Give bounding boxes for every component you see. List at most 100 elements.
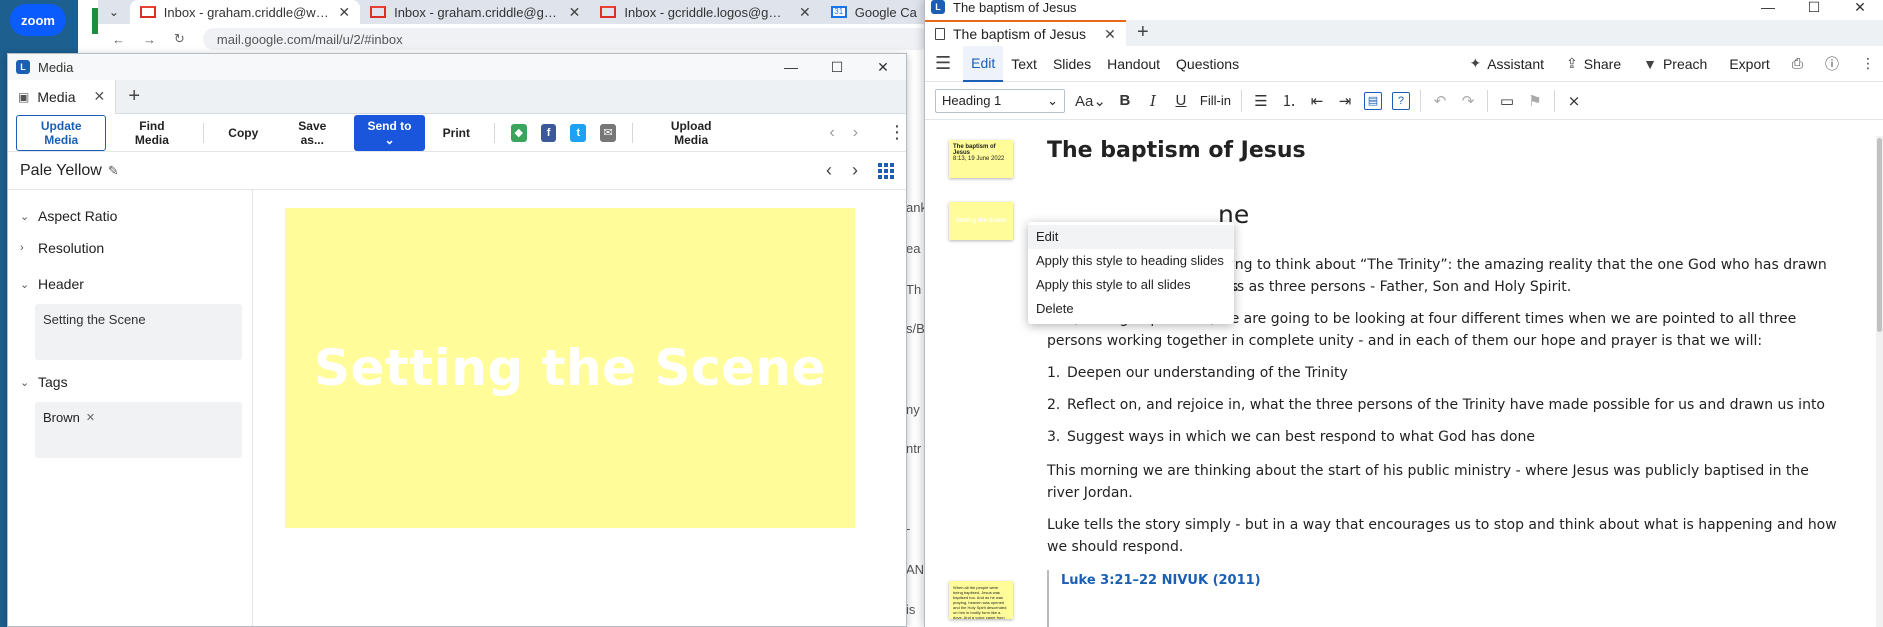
tab-sermon[interactable]: The baptism of Jesus ✕ xyxy=(925,20,1126,46)
sermon-editor[interactable]: The baptism of Jesus 8:13, 19 June 2022 … xyxy=(925,120,1883,627)
forward-icon[interactable]: → xyxy=(143,32,156,47)
tags-field[interactable]: Brown ✕ xyxy=(35,402,242,458)
browser-tab-4[interactable]: 31 Google Ca xyxy=(821,0,930,24)
upload-media-button[interactable]: Upload Media xyxy=(645,115,737,151)
facebook-icon[interactable]: f xyxy=(540,123,557,142)
find-media-button[interactable]: Find Media xyxy=(112,115,191,151)
update-media-button[interactable]: Update Media xyxy=(16,114,107,151)
new-tab-plus-icon[interactable]: + xyxy=(116,85,152,108)
paragraph[interactable]: Luke tells the story simply - but in a w… xyxy=(1047,514,1837,558)
list-item[interactable]: 1. Deepen our understanding of the Trinit… xyxy=(1047,362,1825,384)
previous-style-icon[interactable]: ‹ xyxy=(826,160,832,181)
close-icon[interactable]: ✕ xyxy=(569,4,581,21)
numbered-list-icon[interactable]: ⒈ xyxy=(1280,90,1298,111)
menu-item-edit[interactable]: Edit xyxy=(1028,225,1234,249)
menu-item-apply-all[interactable]: Apply this style to all slides xyxy=(1028,273,1234,297)
forward-arrow-icon[interactable]: › xyxy=(853,124,858,142)
printer-icon[interactable]: ⎙ xyxy=(1792,55,1803,72)
slide-thumbnail-scripture[interactable]: When all the people were being baptised,… xyxy=(949,581,1013,619)
sermon-title[interactable]: The baptism of Jesus xyxy=(1047,140,1306,162)
bookmark-icon[interactable]: ⚑ xyxy=(1526,92,1544,110)
tab-edit[interactable]: Edit xyxy=(963,45,1004,82)
italic-icon[interactable]: I xyxy=(1144,92,1162,110)
clear-formatting-icon[interactable]: ⨯ xyxy=(1565,92,1583,110)
pencil-icon[interactable]: ✎ xyxy=(108,163,119,179)
browser-tab-title: Inbox - graham.criddle@gmail xyxy=(394,4,561,20)
browser-tab-3[interactable]: Inbox - gcriddle.logos@gmail. ✕ xyxy=(590,0,820,24)
menu-item-apply-heading[interactable]: Apply this style to heading slides xyxy=(1028,249,1234,273)
zoom-icon[interactable]: zoom xyxy=(10,4,66,36)
grid-view-icon[interactable] xyxy=(878,162,894,179)
more-options-icon[interactable]: ⋮ xyxy=(888,122,906,143)
tags-section[interactable]: ⌄ Tags xyxy=(8,366,252,398)
intro-line-2[interactable]: rks as three persons - Father, Son and H… xyxy=(1223,276,1571,298)
close-icon[interactable]: ✕ xyxy=(1104,26,1116,43)
reload-icon[interactable]: ↻ xyxy=(174,31,185,47)
font-size-icon[interactable]: Aa⌄ xyxy=(1075,92,1106,110)
tab-list-chevron-icon[interactable]: ⌄ xyxy=(98,0,130,24)
tab-questions[interactable]: Questions xyxy=(1168,46,1247,82)
list-item[interactable]: 3. Suggest ways in which we can best resp… xyxy=(1047,426,1825,448)
underline-icon[interactable]: U xyxy=(1172,92,1190,109)
minimize-icon[interactable]: — xyxy=(1745,0,1791,16)
close-icon[interactable]: ✕ xyxy=(860,59,906,76)
print-button[interactable]: Print xyxy=(431,122,482,144)
hamburger-menu-icon[interactable]: ☰ xyxy=(935,53,951,74)
url-bar[interactable]: mail.google.com/mail/u/2/#inbox xyxy=(202,28,930,50)
fill-in-button[interactable]: Fill-in xyxy=(1200,93,1231,108)
list-item[interactable]: 2. Reflect on, and rejoice in, what the t… xyxy=(1047,394,1825,416)
assistant-button[interactable]: ✦ Assistant xyxy=(1469,55,1544,72)
back-icon[interactable]: ← xyxy=(112,32,125,47)
bleed-text: ny xyxy=(906,402,920,417)
outdent-icon[interactable]: ⇤ xyxy=(1308,92,1326,110)
close-icon[interactable]: ✕ xyxy=(1837,0,1883,16)
scripture-reference-link[interactable]: Luke 3:21–22 NIVUK (2011) xyxy=(1061,573,1261,588)
header-text-field[interactable]: Setting the Scene xyxy=(35,304,242,360)
editor-scrollbar[interactable] xyxy=(1876,136,1883,627)
send-to-button[interactable]: Send to ⌄ xyxy=(354,114,425,151)
browser-tab-2[interactable]: Inbox - graham.criddle@gmail ✕ xyxy=(360,0,590,24)
paragraph[interactable]: This morning we are thinking about the s… xyxy=(1047,460,1837,504)
tab-slides[interactable]: Slides xyxy=(1045,46,1099,82)
paragraph-style-select[interactable]: Heading 1 ⌄ xyxy=(935,88,1065,113)
info-icon[interactable]: ⓘ xyxy=(1825,54,1839,74)
back-arrow-icon[interactable]: ‹ xyxy=(829,124,834,142)
menu-item-delete[interactable]: Delete xyxy=(1028,297,1234,321)
more-options-icon[interactable]: ⋮ xyxy=(1861,55,1875,72)
redo-icon[interactable]: ↷ xyxy=(1459,92,1477,110)
preach-button[interactable]: ▼ Preach xyxy=(1643,56,1707,72)
export-button[interactable]: Export xyxy=(1729,56,1769,72)
tab-media[interactable]: ▣ Media ✕ xyxy=(8,79,117,114)
bullet-list-icon[interactable]: ☰ xyxy=(1252,92,1270,110)
tab-handout[interactable]: Handout xyxy=(1099,46,1168,82)
add-slide-icon[interactable]: ▭ xyxy=(1498,92,1516,110)
maximize-icon[interactable]: ☐ xyxy=(1791,0,1837,16)
header-section[interactable]: ⌄ Header xyxy=(8,268,252,300)
undo-icon[interactable]: ↶ xyxy=(1431,92,1449,110)
share-button[interactable]: ⇪ Share xyxy=(1566,55,1621,72)
browser-tab-1[interactable]: Inbox - graham.criddle@wscf ✕ xyxy=(129,0,361,24)
block-icon[interactable]: ▤ xyxy=(1363,91,1382,110)
next-style-icon[interactable]: › xyxy=(852,160,858,181)
twitter-icon[interactable]: t xyxy=(570,123,587,142)
close-icon[interactable]: ✕ xyxy=(93,88,105,105)
question-block-icon[interactable]: ? xyxy=(1391,91,1410,110)
slide-thumbnail-title[interactable]: The baptism of Jesus 8:13, 19 June 2022 xyxy=(949,140,1013,178)
close-icon[interactable]: ✕ xyxy=(799,4,811,21)
resolution-section[interactable]: › Resolution xyxy=(8,232,252,264)
tab-text[interactable]: Text xyxy=(1003,46,1045,82)
bold-icon[interactable]: B xyxy=(1116,92,1134,109)
slide-thumbnail-scene[interactable]: Setting the Scene xyxy=(949,202,1013,240)
copy-button[interactable]: Copy xyxy=(216,122,270,144)
close-icon[interactable]: ✕ xyxy=(338,4,350,21)
maximize-icon[interactable]: ☐ xyxy=(814,59,860,76)
aspect-ratio-section[interactable]: ⌄ Aspect Ratio xyxy=(8,200,252,232)
scrollbar-thumb[interactable] xyxy=(1877,138,1882,332)
indent-icon[interactable]: ⇥ xyxy=(1336,92,1354,110)
new-tab-plus-icon[interactable]: + xyxy=(1126,20,1160,46)
save-as-button[interactable]: Save as... xyxy=(276,115,348,151)
minimize-icon[interactable]: — xyxy=(768,59,814,76)
email-icon[interactable]: ✉ xyxy=(600,123,617,142)
logos-share-icon[interactable]: ◆ xyxy=(510,123,527,142)
remove-tag-icon[interactable]: ✕ xyxy=(86,411,95,424)
